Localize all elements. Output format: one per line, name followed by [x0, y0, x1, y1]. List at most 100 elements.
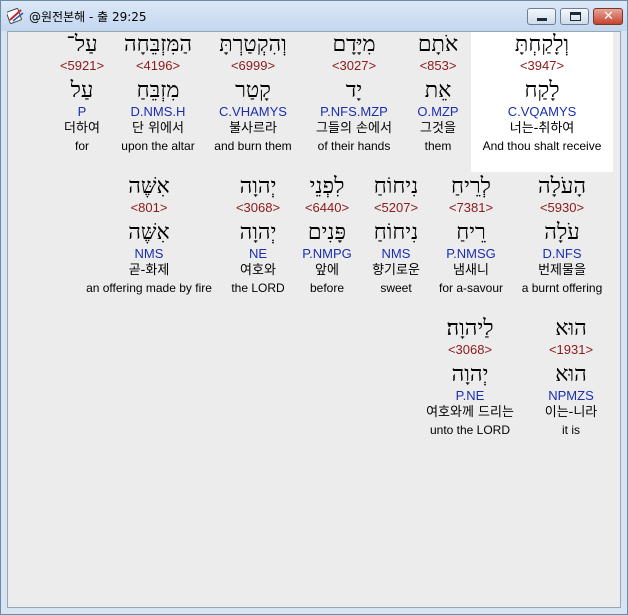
word-cell[interactable]: וְהִקְטַרְתָּ <6999> קָטַר C.VHAMYS 불사르라…: [208, 32, 298, 154]
strong-number[interactable]: <4196>: [114, 58, 202, 74]
morphology-code: C.VQAMYS: [507, 104, 577, 119]
english-gloss: an offering made by fire: [86, 281, 212, 295]
english-gloss: of their hands: [317, 139, 391, 153]
hebrew-lemma: יְהוָה: [451, 362, 489, 387]
english-gloss: a burnt offering: [521, 281, 603, 295]
korean-gloss: 단 위에서: [132, 121, 184, 136]
strong-number[interactable]: <5921>: [54, 58, 110, 74]
strong-number[interactable]: <7381>: [434, 200, 508, 216]
strong-number[interactable]: <3947>: [471, 58, 613, 74]
hebrew-lemma: יְהוָה: [239, 220, 277, 245]
korean-gloss: 너는-취하여: [509, 121, 575, 136]
hebrew-lemma: רֵיחַ: [456, 220, 486, 245]
morphology-code: NMS: [381, 246, 411, 261]
word-cell[interactable]: אֹתָם <853> אֵת O.MZP 그것을 them: [406, 32, 470, 154]
english-gloss: the LORD: [231, 281, 285, 295]
english-gloss: them: [424, 139, 452, 153]
strong-number[interactable]: <3027>: [304, 58, 404, 74]
hebrew-lemma: עַל: [70, 78, 94, 103]
english-gloss: for: [74, 139, 89, 153]
korean-gloss: 불사르라: [229, 121, 277, 136]
korean-gloss: 더하여: [64, 121, 100, 136]
hebrew-word: לַיהוָה׃: [446, 316, 494, 341]
hebrew-lemma: יָד: [345, 78, 363, 103]
english-gloss: sweet: [380, 281, 412, 295]
word-cell[interactable]: לְרֵיחַ <7381> רֵיחַ P.NMSG 냄새니 for a-sa…: [434, 174, 508, 296]
morphology-code: P.NMPG: [302, 246, 352, 261]
hebrew-lemma: פָּנִים: [307, 220, 347, 245]
word-cell[interactable]: וְלָקַחְתָּ <3947> לָקַח C.VQAMYS 너는-취하여…: [471, 32, 613, 172]
hebrew-word: אִשֶּׁה: [128, 174, 170, 199]
close-button[interactable]: ✕: [593, 8, 623, 25]
word-cell[interactable]: אִשֶּׁה <801> אִשֶּׁה NMS 곧-화제 an offeri…: [80, 174, 218, 296]
hebrew-lemma: הוּא: [555, 362, 587, 387]
word-cell[interactable]: לִפְנֵי <6440> פָּנִים P.NMPG 앞에 before: [298, 174, 356, 296]
morphology-code: D.NMS.H: [130, 104, 186, 119]
word-cell[interactable]: הוּא <1931> הוּא NPMZS 이는-니라 it is: [534, 316, 608, 438]
morphology-code: P.NMSG: [446, 246, 496, 261]
morphology-code: D.NFS: [542, 246, 582, 261]
hebrew-word: הַמִּזְבֵּחָה: [123, 32, 193, 57]
korean-gloss: 향기로운: [372, 263, 420, 278]
hebrew-word: וְלָקַחְתָּ: [514, 32, 570, 57]
strong-number[interactable]: <801>: [80, 200, 218, 216]
close-icon: ✕: [603, 9, 614, 24]
word-cell[interactable]: נִיחוֹחַ <5207> נִיחוֹחַ NMS 향기로운 sweet: [362, 174, 430, 296]
english-gloss: it is: [562, 423, 580, 437]
morphology-code: C.VHAMYS: [219, 104, 287, 119]
english-gloss: and burn them: [214, 139, 292, 153]
english-gloss: unto the LORD: [429, 423, 511, 437]
hebrew-lemma: אֵת: [424, 78, 452, 103]
hebrew-word: עַל־: [66, 32, 98, 57]
word-cell[interactable]: מִיָּדָם <3027> יָד P.NFS.MZP 그들의 손에서 of…: [304, 32, 404, 154]
word-cell[interactable]: יְהוָה <3068> יְהוָה NE 여호와 the LORD: [224, 174, 292, 296]
hebrew-word: נִיחוֹחַ: [373, 174, 419, 199]
morphology-code: NE: [248, 246, 268, 261]
korean-gloss: 곧-화제: [128, 263, 170, 278]
strong-number[interactable]: <6999>: [208, 58, 298, 74]
hebrew-word: מִיָּדָם: [332, 32, 376, 57]
morphology-code: NPMZS: [548, 388, 594, 403]
english-gloss: upon the altar: [121, 139, 195, 153]
english-gloss: for a-savour: [438, 281, 504, 295]
strong-number[interactable]: <5207>: [362, 200, 430, 216]
hebrew-lemma: עֹלָה: [544, 220, 580, 245]
app-icon: [6, 7, 25, 25]
morphology-code: P.NFS.MZP: [320, 104, 388, 119]
hebrew-lemma: מִזְבֵּחַ: [136, 78, 180, 103]
hebrew-word: וְהִקְטַרְתָּ: [219, 32, 287, 57]
strong-number[interactable]: <853>: [406, 58, 470, 74]
hebrew-lemma: לָקַח: [524, 78, 560, 103]
hebrew-word: הָעֹלָה: [537, 174, 587, 199]
korean-gloss: 그것을: [420, 121, 456, 136]
hebrew-lemma: נִיחוֹחַ: [373, 220, 419, 245]
morphology-code: P.NE: [455, 388, 485, 403]
minimize-button[interactable]: [527, 8, 556, 25]
word-cell[interactable]: הָעֹלָה <5930> עֹלָה D.NFS 번제물을 a burnt …: [514, 174, 610, 296]
korean-gloss: 냄새니: [453, 263, 489, 278]
english-gloss: And thou shalt receive: [482, 139, 602, 153]
hebrew-lemma: אִשֶּׁה: [128, 220, 170, 245]
korean-gloss: 여호와: [240, 263, 276, 278]
title-bar[interactable]: @원전본해 - 출 29:25 ✕: [1, 1, 627, 31]
maximize-button[interactable]: [560, 8, 589, 25]
word-cell[interactable]: עַל־ <5921> עַל P 더하여 for: [54, 32, 110, 154]
strong-number[interactable]: <3068>: [224, 200, 292, 216]
korean-gloss: 번제물을: [538, 263, 586, 278]
strong-number[interactable]: <3068>: [410, 342, 530, 358]
strong-number[interactable]: <6440>: [298, 200, 356, 216]
hebrew-word: הוּא: [555, 316, 587, 341]
korean-gloss: 이는-니라: [544, 405, 598, 420]
app-window: @원전본해 - 출 29:25 ✕ וְלָקַחְתָּ <3947> לָק…: [0, 0, 628, 615]
strong-number[interactable]: <1931>: [534, 342, 608, 358]
word-cell[interactable]: לַיהוָה׃ <3068> יְהוָה P.NE 여호와께 드리는 unt…: [410, 316, 530, 438]
morphology-code: O.MZP: [417, 104, 459, 119]
hebrew-word: יְהוָה: [239, 174, 277, 199]
korean-gloss: 앞에: [315, 263, 339, 278]
english-gloss: before: [309, 281, 345, 295]
interlinear-view: וְלָקַחְתָּ <3947> לָקַח C.VQAMYS 너는-취하여…: [7, 31, 621, 608]
strong-number[interactable]: <5930>: [514, 200, 610, 216]
korean-gloss: 그들의 손에서: [316, 121, 392, 136]
word-cell[interactable]: הַמִּזְבֵּחָה <4196> מִזְבֵּחַ D.NMS.H 단…: [114, 32, 202, 154]
minimize-icon: [537, 18, 547, 21]
